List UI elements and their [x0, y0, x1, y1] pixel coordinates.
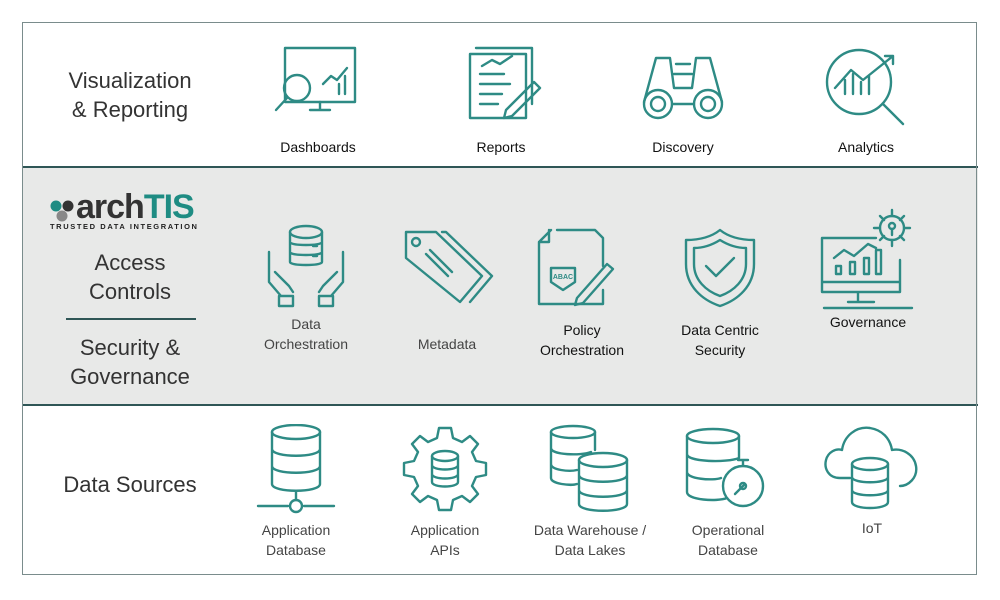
chart-magnifier-icon — [825, 48, 905, 126]
monitor-gear-lock-icon — [820, 208, 914, 310]
access-controls-title: Access Controls — [89, 248, 171, 306]
cloud-database-icon — [824, 426, 918, 510]
hexagon-logo-icon — [50, 200, 74, 222]
label-line: Security — [694, 342, 746, 358]
item-label: Governance — [829, 314, 907, 330]
security-governance-title: Security & Governance — [70, 333, 190, 391]
item-policy-orchestration: ABAC Policy Orchestration — [507, 228, 657, 360]
label-line: Data Warehouse / — [533, 522, 647, 538]
item-label: Application Database — [221, 520, 371, 560]
item-iot: IoT — [797, 422, 947, 538]
gear-database-icon — [402, 426, 488, 512]
tags-icon — [404, 230, 493, 304]
item-label: Application APIs — [370, 520, 520, 560]
dashboard-magnifier-icon — [274, 46, 357, 112]
label-line: Orchestration — [539, 342, 625, 358]
item-data-orchestration: Data Orchestration — [231, 222, 381, 354]
logo-wordmark: archTIS — [76, 190, 199, 224]
label-line: APIs — [430, 542, 460, 558]
label-line: Data Lakes — [554, 542, 626, 558]
label-line: Database — [266, 542, 326, 558]
archtis-logo: archTIS TRUSTED DATA INTEGRATION — [50, 190, 199, 231]
report-pencil-icon — [468, 46, 542, 120]
item-label: Reports — [476, 139, 526, 155]
hands-database-icon — [267, 224, 345, 308]
item-label: Policy Orchestration — [507, 320, 657, 360]
databases-icon — [549, 424, 629, 512]
item-discovery: Discovery — [608, 44, 758, 157]
item-label: Analytics — [837, 139, 895, 155]
data-sources-title: Data Sources — [63, 472, 197, 497]
abac-document-icon: ABAC — [537, 228, 615, 307]
title-line: Controls — [89, 279, 171, 304]
item-label: Data Warehouse / Data Lakes — [515, 520, 665, 560]
item-application-apis: Application APIs — [370, 424, 520, 560]
label-line: Database — [698, 542, 758, 558]
title-line: & Reporting — [71, 97, 189, 122]
label-line: Orchestration — [263, 336, 349, 352]
label-line: Data Centric — [681, 322, 759, 338]
item-governance: Governance — [793, 206, 943, 332]
item-dashboards: Dashboards — [243, 44, 393, 157]
item-label: Metadata — [417, 336, 477, 352]
section-divider — [66, 318, 196, 320]
item-data-centric-security: Data Centric Security — [645, 226, 795, 360]
database-network-icon — [256, 424, 336, 514]
item-application-database: Application Database — [221, 424, 371, 560]
shield-check-icon — [684, 228, 756, 308]
item-label: Data Centric Security — [645, 320, 795, 360]
label-line: Application — [410, 522, 480, 538]
visualization-title: Visualization & Reporting — [68, 66, 191, 124]
item-label: Operational Database — [653, 520, 803, 560]
abac-badge: ABAC — [553, 274, 573, 281]
title-line: Security & — [79, 335, 181, 360]
item-metadata: Metadata — [372, 228, 522, 354]
title-line: Visualization — [68, 68, 192, 93]
binoculars-icon — [642, 56, 724, 120]
label-line: Application — [261, 522, 331, 538]
title-line: Governance — [70, 364, 190, 389]
item-label: IoT — [861, 520, 883, 536]
database-gauge-icon — [685, 427, 765, 508]
item-operational-database: Operational Database — [653, 426, 803, 560]
item-label: Dashboards — [280, 139, 356, 155]
logo-tagline: TRUSTED DATA INTEGRATION — [50, 222, 199, 231]
item-analytics: Analytics — [791, 44, 941, 157]
item-label: Discovery — [652, 139, 714, 155]
label-line: Policy — [563, 322, 601, 338]
label-line: Operational — [691, 522, 765, 538]
label-line: Data — [291, 316, 321, 332]
logo-prefix: arch — [76, 188, 145, 226]
item-data-warehouse: Data Warehouse / Data Lakes — [515, 424, 665, 560]
title-line: Access — [94, 250, 166, 275]
item-reports: Reports — [426, 44, 576, 157]
item-label: Data Orchestration — [231, 314, 381, 354]
logo-suffix: TIS — [143, 188, 195, 226]
